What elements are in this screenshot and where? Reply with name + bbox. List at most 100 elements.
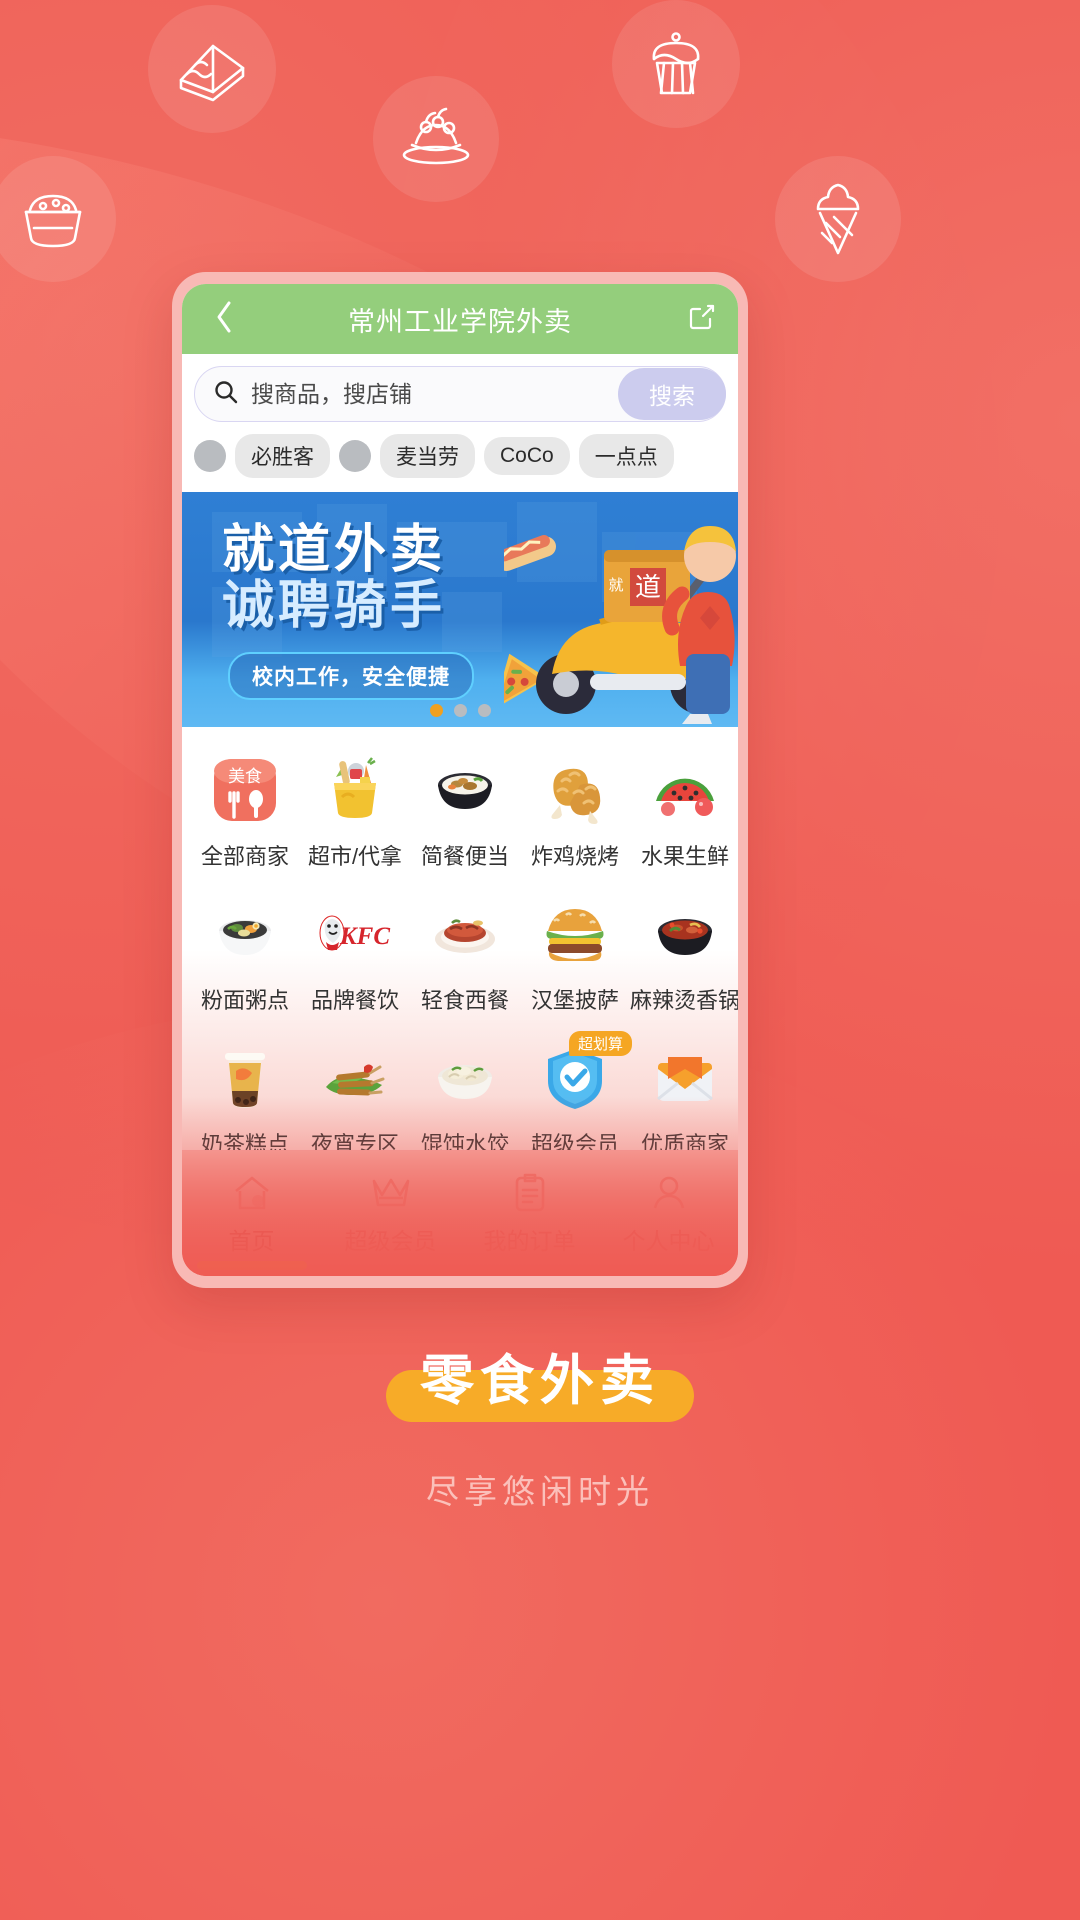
category-quality-merchants[interactable]: 优质商家	[630, 1029, 738, 1150]
category-label: 粉面粥点	[200, 988, 289, 1013]
category-label: 优质商家	[640, 1132, 729, 1150]
crown-icon	[369, 1171, 413, 1215]
chip-coco[interactable]: CoCo	[484, 437, 570, 475]
clipboard-icon	[508, 1171, 552, 1215]
banner-dot-1[interactable]	[429, 704, 443, 717]
category-fried-chicken[interactable]: 炸鸡烧烤	[520, 741, 630, 885]
app-header: 常州工业学院外卖	[182, 284, 738, 354]
category-label: 超级会员	[530, 1132, 619, 1150]
ice-cream-cone-icon	[807, 179, 869, 259]
grocery-bag-icon	[316, 751, 394, 829]
quick-filter-chips: 必胜客 麦当劳 CoCo 一点点	[182, 422, 738, 492]
chip-dot-2[interactable]	[339, 440, 371, 472]
svg-text:就: 就	[608, 577, 623, 594]
share-icon	[688, 303, 716, 336]
category-light-western[interactable]: 轻食西餐	[410, 885, 520, 1029]
category-noodles-porridge[interactable]: 粉面粥点	[190, 885, 300, 1029]
chevron-left-icon	[214, 300, 234, 339]
footer-title: 零食外卖	[420, 1351, 660, 1411]
category-fresh-fruit[interactable]: 水果生鲜	[630, 741, 738, 885]
category-grid-wrapper: 美食 全部商家 超市/代拿 简餐便当 炸鸡烧烤 水果生鲜 粉面粥点 KFC 品牌…	[182, 727, 738, 1150]
search-icon	[213, 379, 239, 410]
category-supermarket[interactable]: 超市/代拿	[300, 741, 410, 885]
share-button[interactable]	[680, 284, 724, 354]
category-label: 馄饨水饺	[420, 1132, 509, 1150]
search-row: 搜索	[194, 366, 726, 422]
page-title: 常州工业学院外卖	[348, 306, 572, 337]
category-label: 简餐便当	[420, 844, 509, 869]
category-badge: 超划算	[569, 1031, 633, 1056]
pudding-icon	[16, 184, 90, 254]
search-button[interactable]: 搜索	[618, 368, 726, 420]
tab-my-orders[interactable]: 我的订单	[460, 1151, 599, 1276]
meishi-app-icon: 美食	[206, 751, 284, 829]
category-label: 超市/代拿	[307, 844, 403, 869]
category-label: 奶茶糕点	[200, 1132, 289, 1150]
category-label: 汉堡披萨	[530, 988, 619, 1013]
chip-maidanglao[interactable]: 麦当劳	[380, 434, 475, 478]
category-label: 夜宵专区	[310, 1132, 399, 1150]
footer-block: 零食外卖 尽享悠闲时光	[0, 1330, 1080, 1513]
rice-bowl-icon	[426, 751, 504, 829]
cherry-dessert-icon	[398, 107, 474, 171]
home-icon	[230, 1171, 274, 1215]
category-burger-pizza[interactable]: 汉堡披萨	[520, 885, 630, 1029]
category-malatang[interactable]: 麻辣烫香锅	[630, 885, 738, 1029]
noodle-bowl-icon	[206, 895, 284, 973]
dumpling-bowl-icon	[426, 1039, 504, 1117]
decor-bubble-cherry-dessert	[373, 76, 499, 202]
back-button[interactable]	[202, 284, 246, 354]
promo-banner[interactable]: 就道外卖 诚聘骑手 校内工作，安全便捷 道 就	[182, 492, 738, 727]
burger-icon	[536, 895, 614, 973]
category-all-merchants[interactable]: 美食 全部商家	[190, 741, 300, 885]
watermelon-icon	[646, 751, 724, 829]
banner-dot-2[interactable]	[453, 704, 467, 717]
chip-bishengke[interactable]: 必胜客	[235, 434, 330, 478]
category-label: 水果生鲜	[640, 844, 729, 869]
svg-text:美食: 美食	[228, 767, 262, 786]
rider-illustration: 道 就	[504, 526, 736, 724]
cake-slice-icon	[173, 34, 251, 104]
phone-mockup: 常州工业学院外卖 搜商品，搜店铺 搜索 必胜客 麦当劳 CoCo 一点点 就道外…	[172, 272, 748, 1288]
banner-pill: 校内工作，安全便捷	[228, 652, 474, 700]
cupcake-icon	[640, 27, 712, 101]
banner-text-block: 就道外卖 诚聘骑手	[222, 522, 446, 634]
banner-line-1: 就道外卖	[222, 521, 447, 579]
steak-plate-icon	[426, 895, 504, 973]
tab-home[interactable]: 首页	[182, 1151, 321, 1276]
category-dumplings[interactable]: 馄饨水饺	[410, 1029, 520, 1150]
category-milk-tea[interactable]: 奶茶糕点	[190, 1029, 300, 1150]
milk-tea-icon	[206, 1039, 284, 1117]
decor-bubble-cake-slice	[148, 5, 276, 133]
banner-dot-3[interactable]	[477, 704, 491, 717]
tab-profile[interactable]: 个人中心	[599, 1151, 738, 1276]
decor-bubble-cupcake	[612, 0, 740, 128]
tab-label: 首页	[228, 1228, 275, 1254]
category-brand-restaurants[interactable]: KFC 品牌餐饮	[300, 885, 410, 1029]
tab-label: 个人中心	[622, 1228, 715, 1254]
chip-yidiandian[interactable]: 一点点	[578, 434, 674, 478]
category-label: 轻食西餐	[420, 988, 509, 1013]
category-bento[interactable]: 简餐便当	[410, 741, 520, 885]
footer-subtitle: 尽享悠闲时光	[426, 1473, 654, 1510]
decor-bubble-ice-cream	[775, 156, 901, 282]
category-late-night[interactable]: 夜宵专区	[300, 1029, 410, 1150]
banner-line-2: 诚聘骑手	[222, 577, 447, 636]
chip-dot-1[interactable]	[194, 440, 226, 472]
category-label: 炸鸡烧烤	[530, 844, 619, 869]
category-grid: 美食 全部商家 超市/代拿 简餐便当 炸鸡烧烤 水果生鲜 粉面粥点 KFC 品牌…	[182, 727, 738, 1150]
bbq-skewer-icon	[316, 1039, 394, 1117]
hotpot-bowl-icon	[646, 895, 724, 973]
svg-text:道: 道	[635, 572, 661, 602]
bottom-tab-bar: 首页 超级会员 我的订单 个人中心	[182, 1150, 738, 1276]
phone-screen: 常州工业学院外卖 搜商品，搜店铺 搜索 必胜客 麦当劳 CoCo 一点点 就道外…	[182, 284, 738, 1276]
category-super-vip[interactable]: 超划算 超级会员	[520, 1029, 633, 1150]
category-label: 品牌餐饮	[310, 988, 399, 1013]
svg-text:KFC: KFC	[339, 923, 390, 950]
tab-active-indicator	[196, 1261, 307, 1270]
search-section: 搜索	[182, 354, 738, 422]
category-label: 麻辣烫香锅	[630, 988, 738, 1013]
footer-title-wrap: 零食外卖	[386, 1330, 694, 1422]
tab-super-vip[interactable]: 超级会员	[321, 1151, 460, 1276]
tab-label: 我的订单	[483, 1228, 576, 1254]
